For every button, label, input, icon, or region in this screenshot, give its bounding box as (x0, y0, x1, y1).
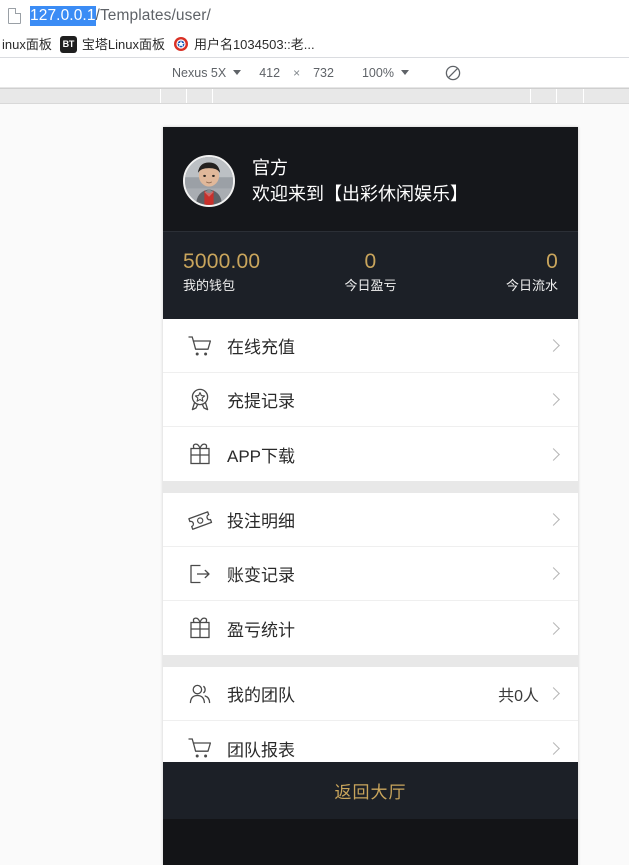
zoom-selector[interactable]: 100% (358, 66, 423, 80)
chevron-down-icon[interactable] (233, 70, 242, 75)
ruler-tick (583, 89, 584, 103)
logout-arrow-icon (185, 559, 215, 589)
chevron-right-icon (547, 567, 560, 580)
people-icon (185, 679, 215, 709)
medal-star-icon (185, 385, 215, 415)
chevron-right-icon (547, 621, 560, 635)
stat-value: 0 (546, 250, 558, 273)
stat-wallet[interactable]: 5000.00 我的钱包 (183, 248, 308, 297)
device-name: Nexus 5X (172, 65, 227, 80)
viewport-width-input[interactable]: 412 (255, 66, 284, 80)
team-member-count: 共0人 (498, 687, 539, 705)
address-bar[interactable]: 127.0.0.1/Templates/user/ (0, 0, 629, 31)
device-toolbar: Nexus 5X 412 × 732 100% (0, 58, 629, 88)
browser-chrome: 127.0.0.1/Templates/user/ inux面板 BT 宝塔Li… (0, 0, 629, 104)
stats-row: 5000.00 我的钱包 0 今日盈亏 0 今日流水 (163, 232, 578, 319)
group-divider (163, 481, 578, 493)
device-selector[interactable]: Nexus 5X (168, 66, 255, 80)
stat-today-turnover[interactable]: 0 今日流水 (433, 248, 558, 297)
chevron-right-icon (547, 513, 560, 526)
stat-label: 今日盈亏 (344, 278, 397, 293)
ruler-tick (556, 89, 557, 103)
viewport-ruler (0, 88, 629, 104)
ruler-tick (530, 89, 531, 103)
menu-item-label: 团队报表 (227, 740, 295, 760)
menu-item-label: 充提记录 (227, 392, 295, 411)
viewport-height-input[interactable]: 732 (309, 66, 338, 80)
menu-item-label: 在线充值 (227, 338, 295, 357)
zoom-level: 100% (361, 65, 394, 80)
ruler-tick (186, 89, 187, 103)
ruler-tick (212, 89, 213, 103)
menu-item-online-recharge[interactable]: 在线充值 (163, 319, 578, 373)
menu-item-label: 我的团队 (227, 686, 295, 705)
gift-box-icon (185, 439, 215, 469)
menu-item-label: 账变记录 (227, 566, 295, 585)
profile-text: 官方 欢迎来到【出彩休闲娱乐】 (252, 156, 468, 207)
profile-row[interactable]: 官方 欢迎来到【出彩休闲娱乐】 (163, 127, 578, 232)
bookmark-label: inux面板 (2, 36, 52, 52)
url-path: /Templates/user/ (95, 7, 211, 24)
stat-label: 我的钱包 (183, 278, 236, 293)
menu-group-3: 我的团队 共0人 团队报表 (163, 667, 578, 775)
shopping-cart-icon (185, 331, 215, 361)
url-host: 127.0.0.1 (30, 6, 96, 26)
menu-item-label: APP下载 (227, 446, 296, 466)
ticket-icon (185, 505, 215, 535)
rotate-icon[interactable] (445, 65, 461, 81)
stat-label: 今日流水 (505, 278, 558, 293)
chevron-right-icon (547, 741, 560, 755)
menu-item-label: 投注明细 (227, 512, 295, 531)
bt-badge-label: BT (59, 35, 77, 53)
menu-item-recharge-records[interactable]: 充提记录 (163, 373, 578, 427)
bookmark-item-0[interactable]: inux面板 (0, 33, 58, 55)
avatar[interactable] (183, 155, 235, 207)
bookmarks-bar: inux面板 BT 宝塔Linux面板 用户名1034503::老... (0, 31, 629, 58)
bookmark-label: 用户名1034503::老... (193, 36, 315, 52)
profile-name: 官方 (252, 157, 288, 178)
back-to-lobby-button[interactable]: 返回大厅 (163, 762, 578, 819)
menu-item-label: 盈亏统计 (227, 620, 295, 640)
document-icon (8, 7, 21, 24)
bookmark-item-2[interactable]: 用户名1034503::老... (171, 33, 321, 55)
url-text[interactable]: 127.0.0.1/Templates/user/ (30, 6, 211, 26)
menu-group-2: 投注明细 账变记录 盈亏统计 (163, 493, 578, 655)
chevron-down-icon[interactable] (400, 70, 409, 75)
gift-box-icon (185, 613, 215, 643)
profile-welcome: 欢迎来到【出彩休闲娱乐】 (252, 183, 468, 204)
chevron-right-icon (547, 447, 560, 461)
menu-item-my-team[interactable]: 我的团队 共0人 (163, 667, 578, 721)
stat-value: 5000.00 (183, 250, 261, 273)
stat-today-profit[interactable]: 0 今日盈亏 (308, 248, 433, 297)
ruler-tick (160, 89, 161, 103)
bookmark-label: 宝塔Linux面板 (81, 36, 165, 52)
stat-value: 0 (364, 250, 377, 273)
chevron-right-icon (547, 393, 560, 406)
shopping-cart-icon (185, 733, 215, 763)
group-divider (163, 655, 578, 667)
menu-item-account-records[interactable]: 账变记录 (163, 547, 578, 601)
bt-panel-icon: BT (59, 35, 77, 53)
menu-item-bet-details[interactable]: 投注明细 (163, 493, 578, 547)
menu-item-app-download[interactable]: APP下载 (163, 427, 578, 481)
menu-group-1: 在线充值 充提记录 APP下载 (163, 319, 578, 481)
phone-viewport: 官方 欢迎来到【出彩休闲娱乐】 5000.00 我的钱包 0 今日盈亏 0 今日… (163, 127, 578, 865)
app-header: 官方 欢迎来到【出彩休闲娱乐】 5000.00 我的钱包 0 今日盈亏 0 今日… (163, 127, 578, 319)
bookmark-item-1[interactable]: BT 宝塔Linux面板 (58, 33, 171, 55)
bottom-bar: 返回大厅 (163, 762, 578, 865)
chevron-right-icon (547, 687, 560, 700)
chevron-right-icon (547, 339, 560, 352)
dimension-separator: × (293, 65, 301, 80)
user-site-icon (173, 36, 189, 52)
page-area: 官方 欢迎来到【出彩休闲娱乐】 5000.00 我的钱包 0 今日盈亏 0 今日… (0, 104, 629, 865)
menu-item-profit-stats[interactable]: 盈亏统计 (163, 601, 578, 655)
